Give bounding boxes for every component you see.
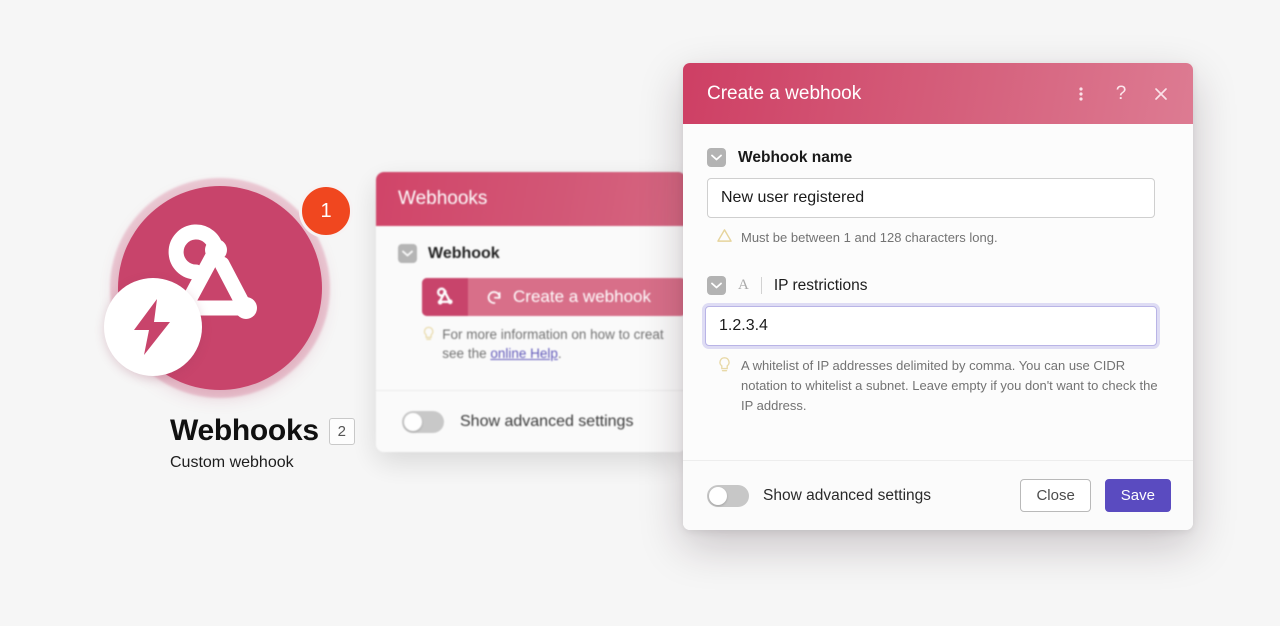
background-hint-period: .: [557, 346, 562, 361]
background-create-webhook-label: Create a webhook: [513, 287, 651, 306]
background-create-webhook-main[interactable]: Create a webhook: [468, 278, 686, 316]
webhook-name-hint-row: Must be between 1 and 128 characters lon…: [707, 228, 1169, 248]
chevron-down-icon[interactable]: [707, 276, 726, 295]
background-webhook-label: Webhook: [428, 244, 500, 262]
close-icon[interactable]: [1147, 80, 1175, 108]
background-hint-text: For more information on how to creat see…: [442, 325, 664, 363]
refresh-icon: [487, 290, 501, 304]
chevron-down-icon[interactable]: [398, 244, 417, 263]
dialog-title: Create a webhook: [707, 82, 862, 104]
close-button[interactable]: Close: [1020, 479, 1091, 512]
ip-restrictions-input[interactable]: 1.2.3.4: [705, 306, 1157, 346]
advanced-settings-label: Show advanced settings: [763, 486, 932, 504]
screen-root: 1 Webhooks 2 Custom webhook Webhooks Web…: [0, 0, 1280, 626]
dialog-header: Create a webhook ?: [683, 63, 1193, 124]
help-icon[interactable]: ?: [1107, 80, 1135, 108]
background-panel-body: Webhook Create a webhook For more inform…: [376, 226, 686, 363]
warning-triangle-icon: [717, 229, 732, 242]
ip-restrictions-label-row: A IP restrictions: [707, 276, 1169, 295]
background-webhooks-panel: Webhooks Webhook Create a webhook For mo…: [376, 172, 686, 452]
notification-count-badge: 1: [299, 184, 353, 238]
webhook-name-label-row: Webhook name: [707, 148, 1169, 167]
ip-restrictions-hint-row: A whitelist of IP addresses delimited by…: [707, 356, 1169, 416]
divider: [760, 277, 762, 294]
background-panel-title: Webhooks: [398, 188, 488, 209]
background-hint-line1: For more information on how to creat: [442, 327, 664, 342]
page-title: Webhooks: [170, 414, 319, 447]
toggle-knob: [709, 486, 727, 505]
background-advanced-settings-toggle[interactable]: [402, 410, 444, 433]
background-webhook-section-row: Webhook: [398, 244, 664, 263]
chevron-down-icon[interactable]: [707, 148, 726, 167]
webhook-name-label: Webhook name: [738, 148, 853, 166]
online-help-link[interactable]: online Help: [490, 346, 558, 361]
advanced-settings-toggle[interactable]: [707, 484, 749, 507]
create-webhook-dialog: Create a webhook ? Webhook name New user…: [683, 63, 1193, 530]
lightning-bolt-badge: [104, 278, 202, 376]
webhook-icon: [422, 278, 468, 316]
dialog-header-icons: ?: [1067, 80, 1175, 108]
webhooks-logo-wrap: 1: [104, 178, 353, 398]
ip-restrictions-hint: A whitelist of IP addresses delimited by…: [741, 358, 1158, 413]
background-advanced-settings-label: Show advanced settings: [460, 412, 634, 430]
ip-restrictions-label: IP restrictions: [773, 276, 868, 294]
background-hint-row: For more information on how to creat see…: [422, 325, 664, 363]
background-panel-footer: Show advanced settings: [376, 390, 686, 452]
webhooks-app-logo-block: 1 Webhooks 2 Custom webhook: [104, 178, 384, 472]
page-title-badge: 2: [328, 417, 355, 445]
text-type-indicator-icon: A: [738, 277, 749, 293]
background-create-webhook-button[interactable]: Create a webhook: [422, 278, 686, 316]
kebab-menu-icon[interactable]: [1067, 80, 1095, 108]
toggle-knob: [404, 412, 422, 431]
lightbulb-icon: [423, 326, 434, 340]
lightbulb-icon: [719, 357, 730, 372]
page-subtitle: Custom webhook: [170, 454, 294, 471]
background-panel-header: Webhooks: [376, 172, 686, 226]
background-hint-line2: see the: [442, 346, 491, 361]
dialog-footer: Show advanced settings Close Save: [683, 460, 1193, 530]
webhook-name-input[interactable]: New user registered: [707, 178, 1155, 218]
logo-title-row: Webhooks 2: [104, 414, 384, 448]
save-button[interactable]: Save: [1104, 479, 1171, 512]
lightning-bolt-icon: [134, 299, 170, 355]
field-spacer: [707, 248, 1169, 276]
dialog-body: Webhook name New user registered Must be…: [683, 124, 1193, 460]
webhook-name-hint: Must be between 1 and 128 characters lon…: [741, 230, 998, 245]
